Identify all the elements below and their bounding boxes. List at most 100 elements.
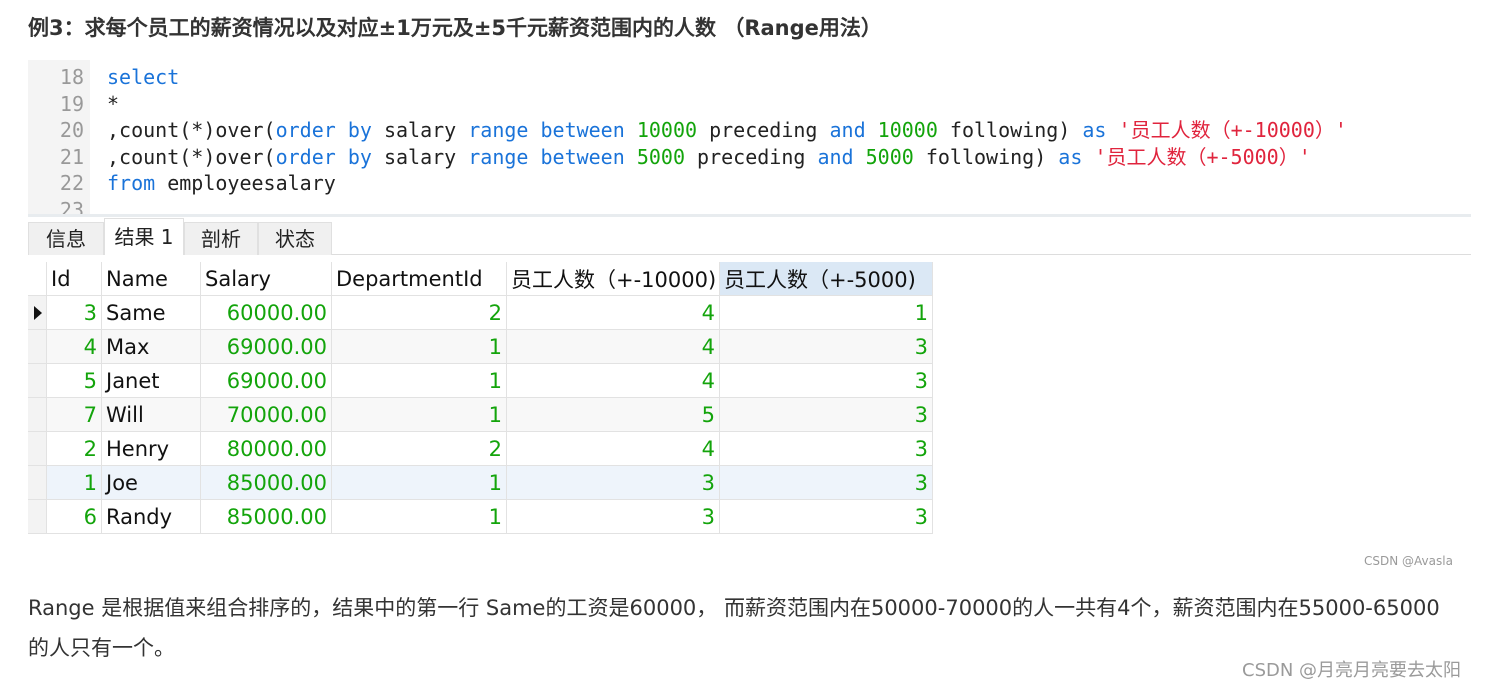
table-cell[interactable]: 4 <box>506 431 720 466</box>
table-cell[interactable]: Janet <box>101 363 201 398</box>
column-header-count-10000[interactable]: 员工人数（+-10000) <box>506 262 720 296</box>
tab-status[interactable]: 状态 <box>258 222 332 255</box>
table-cell[interactable]: 1 <box>331 363 507 398</box>
column-header-departmentid[interactable]: DepartmentId <box>331 262 507 296</box>
row-indicator[interactable] <box>28 363 47 398</box>
table-cell[interactable]: Same <box>101 295 201 330</box>
grid-header-row: Id Name Salary DepartmentId 员工人数（+-10000… <box>28 262 933 296</box>
table-cell[interactable]: Joe <box>101 465 201 500</box>
tab-info[interactable]: 信息 <box>28 222 104 255</box>
table-cell[interactable]: 69000.00 <box>200 329 332 364</box>
code-line: 22 from employeesalary <box>28 170 1471 196</box>
code-text: select <box>107 64 179 90</box>
tab-result-1[interactable]: 结果 1 <box>104 218 184 255</box>
table-row[interactable]: 4 Max 69000.00 1 4 3 <box>28 329 933 364</box>
code-token: salary <box>371 144 469 169</box>
row-indicator[interactable] <box>28 465 47 500</box>
table-cell[interactable]: 2 <box>331 431 507 466</box>
tab-profile[interactable]: 剖析 <box>184 222 258 255</box>
table-cell[interactable]: 6 <box>46 499 102 534</box>
table-cell[interactable]: 3 <box>719 329 933 364</box>
table-row[interactable]: 5 Janet 69000.00 1 4 3 <box>28 363 933 398</box>
code-token: as <box>1082 118 1107 142</box>
line-number: 20 <box>59 118 84 142</box>
code-token: as <box>1058 144 1083 169</box>
table-cell[interactable]: 5 <box>46 363 102 398</box>
table-cell[interactable]: 4 <box>506 329 720 364</box>
table-cell[interactable]: 69000.00 <box>200 363 332 398</box>
table-cell[interactable]: 1 <box>331 329 507 364</box>
code-token: and <box>829 118 866 142</box>
code-token: preceding <box>697 118 830 142</box>
table-cell[interactable]: 4 <box>46 329 102 364</box>
row-indicator[interactable] <box>28 295 47 330</box>
table-cell[interactable]: 3 <box>719 431 933 466</box>
table-cell[interactable]: 85000.00 <box>200 465 332 500</box>
table-cell[interactable]: Randy <box>101 499 201 534</box>
table-cell[interactable]: 4 <box>506 295 720 330</box>
table-cell[interactable]: 60000.00 <box>200 295 332 330</box>
code-token: salary <box>371 118 469 142</box>
table-cell[interactable]: Max <box>101 329 201 364</box>
table-row[interactable]: 7 Will 70000.00 1 5 3 <box>28 397 933 432</box>
row-indicator[interactable] <box>28 431 47 466</box>
table-cell[interactable]: 1 <box>331 397 507 432</box>
table-cell[interactable]: 1 <box>331 499 507 534</box>
code-token: '员工人数（+-10000）' <box>1118 118 1347 142</box>
row-indicator[interactable] <box>28 397 47 432</box>
row-indicator-header <box>28 262 47 296</box>
column-header-name[interactable]: Name <box>101 262 201 296</box>
table-cell[interactable]: 3 <box>719 465 933 500</box>
table-cell[interactable]: 1 <box>46 465 102 500</box>
table-cell[interactable]: 3 <box>719 499 933 534</box>
line-number: 21 <box>59 144 84 169</box>
code-block: 18 select 19 * 20 ,count(*)over(order by sala… <box>28 60 1471 217</box>
column-header-count-5000[interactable]: 员工人数（+-5000) <box>719 262 933 296</box>
table-cell[interactable]: 1 <box>331 465 507 500</box>
column-header-id[interactable]: Id <box>46 262 102 296</box>
table-cell[interactable]: 1 <box>719 295 933 330</box>
line-number: 23 <box>59 197 84 217</box>
table-cell[interactable]: 3 <box>46 295 102 330</box>
code-line: 19 * <box>28 91 1471 117</box>
code-token: order by <box>275 144 372 169</box>
table-cell[interactable]: Will <box>101 397 201 432</box>
code-token: * <box>107 91 120 116</box>
table-cell[interactable]: 3 <box>719 363 933 398</box>
table-cell[interactable]: 2 <box>46 431 102 466</box>
table-cell[interactable]: 2 <box>331 295 507 330</box>
table-cell[interactable]: 4 <box>506 363 720 398</box>
table-cell[interactable]: 3 <box>506 499 720 534</box>
row-indicator[interactable] <box>28 499 47 534</box>
table-cell[interactable]: 85000.00 <box>200 499 332 534</box>
code-line: 18 select <box>28 64 1471 90</box>
table-cell[interactable]: 7 <box>46 397 102 432</box>
table-row[interactable]: 2 Henry 80000.00 2 4 3 <box>28 431 933 466</box>
code-token: range between <box>468 144 625 169</box>
table-cell[interactable]: 3 <box>506 465 720 500</box>
code-token: 5000 <box>636 144 685 169</box>
result-grid: Id Name Salary DepartmentId 员工人数（+-10000… <box>28 262 933 534</box>
section-heading: 例3：求每个员工的薪资情况以及对应±1万元及±5千元薪资范围内的人数 （Rang… <box>28 16 882 40</box>
table-cell[interactable]: 5 <box>506 397 720 432</box>
table-row[interactable]: 3 Same 60000.00 2 4 1 <box>28 295 933 330</box>
code-token: ,count(*)over( <box>107 118 276 142</box>
code-token: 10000 <box>636 118 698 142</box>
code-text: from employeesalary <box>107 170 336 196</box>
table-cell[interactable]: Henry <box>101 431 201 466</box>
code-token: following) <box>913 144 1059 169</box>
row-indicator[interactable] <box>28 329 47 364</box>
table-cell[interactable]: 80000.00 <box>200 431 332 466</box>
page-watermark: CSDN @月亮月亮要去太阳 <box>1242 660 1462 681</box>
table-cell[interactable]: 3 <box>719 397 933 432</box>
code-token: employeesalary <box>155 171 336 195</box>
code-token: following) <box>937 118 1083 142</box>
table-row[interactable]: 1 Joe 85000.00 1 3 3 <box>28 465 933 500</box>
table-row[interactable]: 6 Randy 85000.00 1 3 3 <box>28 499 933 534</box>
column-header-salary[interactable]: Salary <box>200 262 332 296</box>
code-token: preceding <box>685 144 818 169</box>
table-cell[interactable]: 70000.00 <box>200 397 332 432</box>
